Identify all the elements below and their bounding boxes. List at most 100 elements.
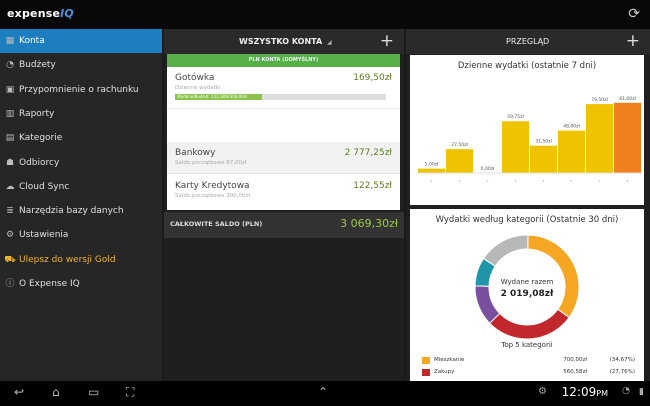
bar-label-3: 59,75zł <box>507 114 524 120</box>
bar-label-0: 5,00zł <box>425 162 439 168</box>
tick-label-0: 1 <box>431 179 433 183</box>
sidebar: ▦ Konta ◔ Budżety ▣ Przypomnienie o rachunku ▥… <box>0 29 162 381</box>
bar-label-4: 31,50zł <box>535 139 552 145</box>
top-categories-title: Top 5 kategorii <box>501 341 553 349</box>
bar-5 <box>558 130 585 173</box>
budget-progress-bar: Wydane/Budżet: 122,30zł/300,00zł <box>175 94 386 100</box>
account-row-cash[interactable]: Gotówka Dzienne wydatki 169,50zł Wydane/… <box>167 67 400 109</box>
battery-icon: ▮ <box>639 387 644 397</box>
tick-label-7: 8 <box>627 179 629 183</box>
donut-slice-1[interactable] <box>488 308 570 340</box>
home-icon[interactable]: ⌂ <box>52 385 60 399</box>
tick-label-2: 3 <box>487 179 489 183</box>
add-widget-icon[interactable]: + <box>626 29 640 54</box>
contacts-icon: ☗ <box>5 157 15 168</box>
sidebar-item-budżety[interactable]: ◔ Budżety <box>0 53 162 77</box>
sidebar-item-ustawienia[interactable]: ⚙ Ustawienia <box>0 223 162 247</box>
donut-slice-2[interactable] <box>474 285 501 324</box>
category-expenses-card[interactable]: Wydatki według kategorii (Ostatnie 30 dn… <box>410 209 644 400</box>
legend-percent: (27,76%) <box>609 369 635 375</box>
screenshot-icon[interactable]: ⛶ <box>126 385 134 400</box>
account-group-header: PLN KONTA (DOMYŚLNY) <box>167 54 400 67</box>
donut-center-value: 2 019,08zł <box>501 289 554 299</box>
sidebar-item-label: Budżety <box>19 60 56 71</box>
donut-slice-4[interactable] <box>482 234 529 267</box>
tick-label-1: 2 <box>459 179 461 183</box>
tick-label-4: 5 <box>543 179 545 183</box>
sidebar-item-label: Narzędzia bazy danych <box>19 206 124 217</box>
budget-icon: ◔ <box>6 60 14 71</box>
clock: 12:09PM <box>561 385 608 399</box>
wifi-icon: ◔ <box>622 386 630 396</box>
bar-label-1: 27,50zł <box>451 142 468 148</box>
bar-label-5: 48,90zł <box>563 124 580 130</box>
account-row-bank[interactable]: Bankowy Saldo początkowe 87,00zł 2 777,2… <box>167 142 400 174</box>
overview-title: PRZEGLĄD <box>506 37 550 46</box>
donut-slice-0[interactable] <box>527 234 580 319</box>
chart-icon: ▥ <box>5 108 15 119</box>
cloud-icon: ☁ <box>5 181 15 192</box>
legend-swatch <box>422 357 430 364</box>
bar-0 <box>418 168 445 173</box>
total-balance-bar: CAŁKOWITE SALDO (PLN) 3 069,30zł <box>164 212 404 238</box>
calendar-icon: ▣ <box>5 84 15 95</box>
sidebar-item-raporty[interactable]: ▥ Raporty <box>0 102 162 126</box>
overview-panel: PRZEGLĄD + Dzienne wydatki (ostatnie 7 d… <box>406 29 650 400</box>
sidebar-item-label: Odbiorcy <box>19 157 60 168</box>
account-subtitle: Saldo początkowe 300,00zł <box>175 193 250 199</box>
sidebar-item-konta[interactable]: ▦ Konta <box>0 29 162 53</box>
account-name: Bankowy <box>175 148 216 158</box>
account-balance: 169,50zł <box>353 73 392 83</box>
bar-label-7: 81,00zł <box>619 96 636 102</box>
database-icon: ≣ <box>6 206 14 217</box>
sidebar-item-przypomnienie-o-rachunku[interactable]: ▣ Przypomnienie o rachunku <box>0 78 162 102</box>
back-icon[interactable]: ↩ <box>14 385 24 399</box>
chevron-up-icon[interactable]: ⌃ <box>318 385 328 399</box>
bar-7 <box>614 102 641 173</box>
bar-label-2: 0,00zł <box>481 166 495 172</box>
donut-center-label: Wydane razem <box>501 278 554 286</box>
recent-apps-icon[interactable]: ▭ <box>88 385 99 399</box>
legend-name: Zakupy <box>434 369 455 375</box>
sidebar-item-label: Cloud Sync <box>19 181 70 192</box>
dropdown-arrow-icon: ◢ <box>327 39 332 46</box>
legend-swatch <box>422 369 430 376</box>
account-name: Gotówka <box>175 73 215 83</box>
tick-label-3: 4 <box>515 179 517 183</box>
total-balance-label: CAŁKOWITE SALDO (PLN) <box>170 220 263 228</box>
accounts-icon: ▦ <box>5 36 15 46</box>
app-logo: expenseIQ <box>7 7 74 20</box>
account-subtitle: Saldo początkowe 87,00zł <box>175 160 247 166</box>
legend-amount: 700,00zł <box>563 357 587 363</box>
account-balance: 122,55zł <box>353 181 392 191</box>
bar-3 <box>502 121 529 173</box>
accounts-list: PLN KONTA (DOMYŚLNY) Gotówka Dzienne wyd… <box>167 54 400 210</box>
bar-label-6: 79,50zł <box>591 97 608 103</box>
sidebar-item-label: Ulepsz do wersji Gold <box>19 254 116 265</box>
sidebar-item-kategorie[interactable]: ▤ Kategorie <box>0 126 162 150</box>
sidebar-item-o-expense-iq[interactable]: ⓘ O Expense IQ <box>0 272 162 296</box>
budget-progress-fill: Wydane/Budżet: 122,30zł/300,00zł <box>175 94 262 100</box>
sidebar-item-odbiorcy[interactable]: ☗ Odbiorcy <box>0 151 162 175</box>
overview-panel-header: PRZEGLĄD + <box>406 29 650 54</box>
sidebar-item-label: Raporty <box>19 108 55 119</box>
sidebar-item-cloud-sync[interactable]: ☁ Cloud Sync <box>0 175 162 199</box>
refresh-icon[interactable]: ⟳ <box>628 6 640 22</box>
total-balance-value: 3 069,30zł <box>340 217 398 230</box>
accounts-filter-dropdown[interactable]: WSZYSTKO KONTA <box>239 29 322 54</box>
account-row-credit-card[interactable]: Karty Kredytowa Saldo początkowe 300,00z… <box>167 175 400 209</box>
bar-4 <box>530 145 557 173</box>
sidebar-item-label: Ustawienia <box>19 230 69 241</box>
usb-debug-icon: ⚙ <box>538 386 547 397</box>
accounts-panel-header: WSZYSTKO KONTA ◢ + <box>164 29 404 54</box>
sidebar-item-label: O Expense IQ <box>19 279 80 289</box>
bar-6 <box>586 104 613 173</box>
category-donut-chart: Wydane razem 2 019,08zł <box>474 234 580 340</box>
tick-label-5: 6 <box>571 179 573 183</box>
sidebar-item-narzędzia-bazy-danych[interactable]: ≣ Narzędzia bazy danych <box>0 199 162 223</box>
legend-row[interactable]: Mieszkanie 700,00zł (34,67%) <box>420 355 635 366</box>
legend-row[interactable]: Zakupy 560,58zł (27,76%) <box>420 367 635 378</box>
sidebar-item-ulepsz-do-wersji-gold[interactable]: ⛟ Ulepsz do wersji Gold <box>0 248 162 272</box>
add-account-icon[interactable]: + <box>380 29 394 54</box>
daily-expenses-card[interactable]: Dzienne wydatki (ostatnie 7 dni) 5,00zł 1… <box>410 55 644 205</box>
